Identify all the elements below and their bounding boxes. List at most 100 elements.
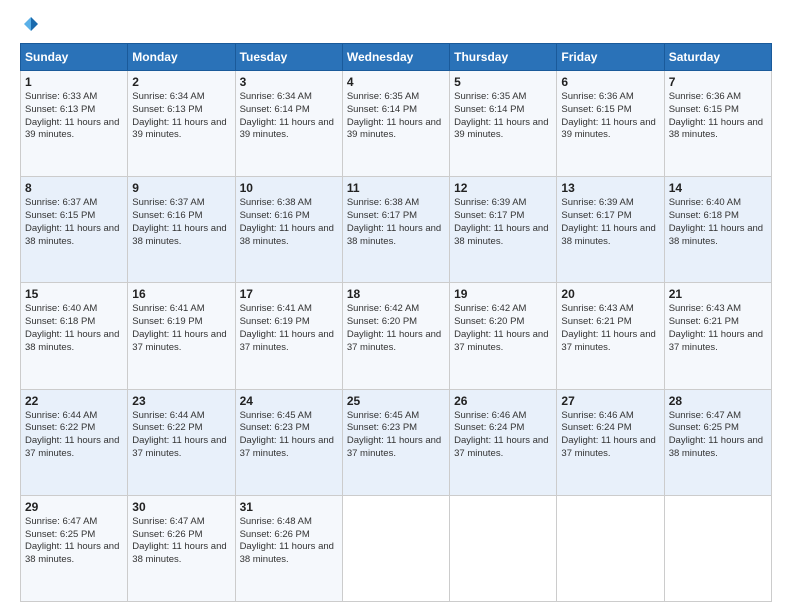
day-number: 19 [454,287,552,301]
day-number: 14 [669,181,767,195]
weekday-header-thursday: Thursday [450,44,557,71]
cell-content: Sunrise: 6:45 AMSunset: 6:23 PMDaylight:… [347,410,441,459]
day-number: 6 [561,75,659,89]
calendar-cell: 28 Sunrise: 6:47 AMSunset: 6:25 PMDaylig… [664,389,771,495]
day-number: 25 [347,394,445,408]
cell-content: Sunrise: 6:48 AMSunset: 6:26 PMDaylight:… [240,516,334,565]
calendar-cell: 21 Sunrise: 6:43 AMSunset: 6:21 PMDaylig… [664,283,771,389]
cell-content: Sunrise: 6:35 AMSunset: 6:14 PMDaylight:… [454,91,548,140]
cell-content: Sunrise: 6:47 AMSunset: 6:26 PMDaylight:… [132,516,226,565]
calendar-body: 1 Sunrise: 6:33 AMSunset: 6:13 PMDayligh… [21,71,772,602]
cell-content: Sunrise: 6:36 AMSunset: 6:15 PMDaylight:… [561,91,655,140]
day-number: 2 [132,75,230,89]
day-number: 23 [132,394,230,408]
day-number: 29 [25,500,123,514]
cell-content: Sunrise: 6:35 AMSunset: 6:14 PMDaylight:… [347,91,441,140]
calendar-cell: 4 Sunrise: 6:35 AMSunset: 6:14 PMDayligh… [342,71,449,177]
weekday-header-monday: Monday [128,44,235,71]
calendar-cell: 23 Sunrise: 6:44 AMSunset: 6:22 PMDaylig… [128,389,235,495]
day-number: 30 [132,500,230,514]
calendar-cell: 13 Sunrise: 6:39 AMSunset: 6:17 PMDaylig… [557,177,664,283]
logo [20,15,40,33]
week-row-1: 1 Sunrise: 6:33 AMSunset: 6:13 PMDayligh… [21,71,772,177]
day-number: 24 [240,394,338,408]
calendar-header: SundayMondayTuesdayWednesdayThursdayFrid… [21,44,772,71]
calendar-cell: 30 Sunrise: 6:47 AMSunset: 6:26 PMDaylig… [128,495,235,601]
cell-content: Sunrise: 6:39 AMSunset: 6:17 PMDaylight:… [561,197,655,246]
cell-content: Sunrise: 6:38 AMSunset: 6:17 PMDaylight:… [347,197,441,246]
day-number: 9 [132,181,230,195]
cell-content: Sunrise: 6:33 AMSunset: 6:13 PMDaylight:… [25,91,119,140]
calendar-cell: 26 Sunrise: 6:46 AMSunset: 6:24 PMDaylig… [450,389,557,495]
day-number: 22 [25,394,123,408]
cell-content: Sunrise: 6:42 AMSunset: 6:20 PMDaylight:… [347,303,441,352]
cell-content: Sunrise: 6:34 AMSunset: 6:13 PMDaylight:… [132,91,226,140]
calendar-cell: 6 Sunrise: 6:36 AMSunset: 6:15 PMDayligh… [557,71,664,177]
cell-content: Sunrise: 6:46 AMSunset: 6:24 PMDaylight:… [454,410,548,459]
cell-content: Sunrise: 6:41 AMSunset: 6:19 PMDaylight:… [132,303,226,352]
day-number: 13 [561,181,659,195]
weekday-row: SundayMondayTuesdayWednesdayThursdayFrid… [21,44,772,71]
calendar-cell: 29 Sunrise: 6:47 AMSunset: 6:25 PMDaylig… [21,495,128,601]
calendar-cell [450,495,557,601]
week-row-5: 29 Sunrise: 6:47 AMSunset: 6:25 PMDaylig… [21,495,772,601]
calendar-cell [557,495,664,601]
calendar-cell: 8 Sunrise: 6:37 AMSunset: 6:15 PMDayligh… [21,177,128,283]
calendar-cell: 12 Sunrise: 6:39 AMSunset: 6:17 PMDaylig… [450,177,557,283]
day-number: 31 [240,500,338,514]
cell-content: Sunrise: 6:40 AMSunset: 6:18 PMDaylight:… [669,197,763,246]
calendar-cell: 15 Sunrise: 6:40 AMSunset: 6:18 PMDaylig… [21,283,128,389]
calendar-cell: 22 Sunrise: 6:44 AMSunset: 6:22 PMDaylig… [21,389,128,495]
cell-content: Sunrise: 6:39 AMSunset: 6:17 PMDaylight:… [454,197,548,246]
day-number: 5 [454,75,552,89]
weekday-header-saturday: Saturday [664,44,771,71]
week-row-2: 8 Sunrise: 6:37 AMSunset: 6:15 PMDayligh… [21,177,772,283]
calendar-cell: 25 Sunrise: 6:45 AMSunset: 6:23 PMDaylig… [342,389,449,495]
day-number: 10 [240,181,338,195]
day-number: 11 [347,181,445,195]
day-number: 16 [132,287,230,301]
weekday-header-wednesday: Wednesday [342,44,449,71]
calendar-cell [342,495,449,601]
cell-content: Sunrise: 6:37 AMSunset: 6:15 PMDaylight:… [25,197,119,246]
cell-content: Sunrise: 6:38 AMSunset: 6:16 PMDaylight:… [240,197,334,246]
week-row-3: 15 Sunrise: 6:40 AMSunset: 6:18 PMDaylig… [21,283,772,389]
day-number: 7 [669,75,767,89]
week-row-4: 22 Sunrise: 6:44 AMSunset: 6:22 PMDaylig… [21,389,772,495]
cell-content: Sunrise: 6:46 AMSunset: 6:24 PMDaylight:… [561,410,655,459]
calendar-table: SundayMondayTuesdayWednesdayThursdayFrid… [20,43,772,602]
cell-content: Sunrise: 6:43 AMSunset: 6:21 PMDaylight:… [669,303,763,352]
cell-content: Sunrise: 6:44 AMSunset: 6:22 PMDaylight:… [132,410,226,459]
cell-content: Sunrise: 6:42 AMSunset: 6:20 PMDaylight:… [454,303,548,352]
day-number: 28 [669,394,767,408]
cell-content: Sunrise: 6:37 AMSunset: 6:16 PMDaylight:… [132,197,226,246]
calendar-cell: 27 Sunrise: 6:46 AMSunset: 6:24 PMDaylig… [557,389,664,495]
calendar-cell: 1 Sunrise: 6:33 AMSunset: 6:13 PMDayligh… [21,71,128,177]
day-number: 15 [25,287,123,301]
page: SundayMondayTuesdayWednesdayThursdayFrid… [0,0,792,612]
day-number: 12 [454,181,552,195]
day-number: 21 [669,287,767,301]
calendar-cell: 7 Sunrise: 6:36 AMSunset: 6:15 PMDayligh… [664,71,771,177]
day-number: 26 [454,394,552,408]
calendar-cell: 18 Sunrise: 6:42 AMSunset: 6:20 PMDaylig… [342,283,449,389]
day-number: 4 [347,75,445,89]
day-number: 8 [25,181,123,195]
day-number: 18 [347,287,445,301]
day-number: 27 [561,394,659,408]
cell-content: Sunrise: 6:47 AMSunset: 6:25 PMDaylight:… [25,516,119,565]
cell-content: Sunrise: 6:47 AMSunset: 6:25 PMDaylight:… [669,410,763,459]
day-number: 17 [240,287,338,301]
day-number: 1 [25,75,123,89]
calendar-cell: 3 Sunrise: 6:34 AMSunset: 6:14 PMDayligh… [235,71,342,177]
calendar-cell: 9 Sunrise: 6:37 AMSunset: 6:16 PMDayligh… [128,177,235,283]
calendar-cell [664,495,771,601]
calendar-cell: 5 Sunrise: 6:35 AMSunset: 6:14 PMDayligh… [450,71,557,177]
weekday-header-sunday: Sunday [21,44,128,71]
cell-content: Sunrise: 6:40 AMSunset: 6:18 PMDaylight:… [25,303,119,352]
cell-content: Sunrise: 6:44 AMSunset: 6:22 PMDaylight:… [25,410,119,459]
cell-content: Sunrise: 6:34 AMSunset: 6:14 PMDaylight:… [240,91,334,140]
calendar-cell: 14 Sunrise: 6:40 AMSunset: 6:18 PMDaylig… [664,177,771,283]
calendar-cell: 16 Sunrise: 6:41 AMSunset: 6:19 PMDaylig… [128,283,235,389]
calendar-cell: 10 Sunrise: 6:38 AMSunset: 6:16 PMDaylig… [235,177,342,283]
